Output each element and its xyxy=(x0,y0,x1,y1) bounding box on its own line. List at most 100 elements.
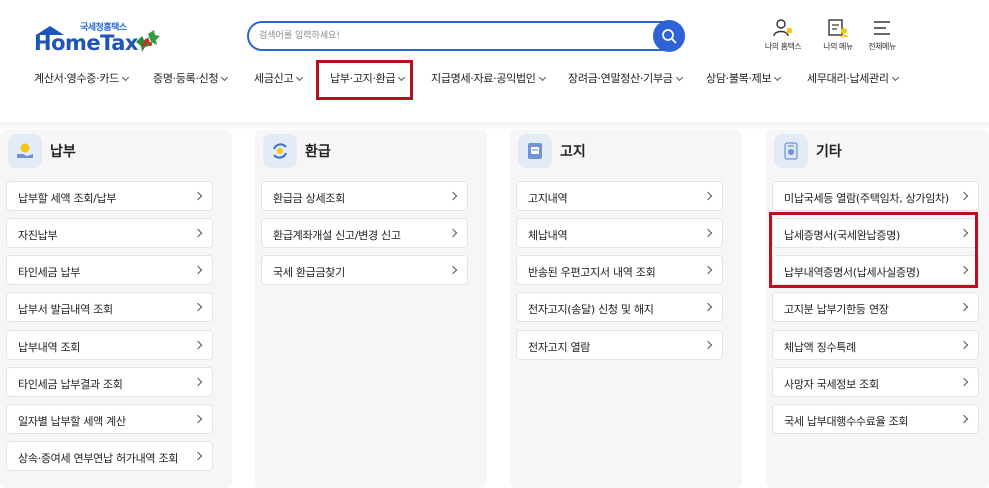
column-header: 환급 xyxy=(255,130,487,174)
all-menu-button[interactable]: 전체메뉴 xyxy=(862,18,902,54)
nav-item-statements[interactable]: 지급명세·자료·공익법인 xyxy=(431,70,546,86)
search-bar xyxy=(247,21,685,51)
menu-item[interactable]: 체납내역 xyxy=(516,218,723,248)
chevron-right-icon xyxy=(959,302,969,312)
menu-item[interactable]: 자진납부 xyxy=(6,218,213,248)
menu-item[interactable]: 고지내역 xyxy=(516,181,723,211)
chevron-down-icon xyxy=(675,73,683,82)
menu-item-label: 타인세금 납부결과 조회 xyxy=(18,378,123,391)
refund-exchange-icon xyxy=(263,134,297,168)
menu-item-label: 전자고지(송달) 신청 및 해지 xyxy=(528,303,654,316)
column-title: 환급 xyxy=(305,144,331,160)
menu-item-label: 납부할 세액 조회/납부 xyxy=(18,192,117,205)
site-header: 국세청홈택스 HomeTax 나의 홈택스 xyxy=(0,0,989,122)
person-bell-icon xyxy=(773,19,792,37)
menu-item[interactable]: 상속·증여세 연부연납 허가내역 조회 xyxy=(6,441,213,471)
chevron-down-icon xyxy=(121,73,129,82)
util-label: 나의 홈택스 xyxy=(764,42,802,51)
chevron-right-icon xyxy=(193,414,203,424)
menu-item[interactable]: 환급금 상세조회 xyxy=(261,181,468,211)
nav-item-agents[interactable]: 세무대리·납세관리 xyxy=(807,70,899,86)
menu-item-label: 환급계좌개설 신고/변경 신고 xyxy=(273,229,401,242)
menu-item-label: 고지내역 xyxy=(528,192,568,205)
menu-item-label: 납부서 발급내역 조회 xyxy=(18,303,113,316)
chevron-right-icon xyxy=(959,377,969,387)
nav-label: 증명·등록·신청 xyxy=(153,72,219,85)
menu-item[interactable]: 사망자 국세정보 조회 xyxy=(772,367,979,397)
menu-item[interactable]: 고지분 납부기한등 연장 xyxy=(772,292,979,322)
chevron-right-icon xyxy=(193,340,203,350)
holly-icon xyxy=(136,30,160,52)
menu-item[interactable]: 국세 환급금찾기 xyxy=(261,255,468,285)
nav-label: 세무대리·납세관리 xyxy=(807,72,889,85)
chevron-down-icon xyxy=(221,73,229,82)
menu-item[interactable]: 전자고지(송달) 신청 및 해지 xyxy=(516,292,723,322)
menu-item[interactable]: 체납액 징수특례 xyxy=(772,330,979,360)
menu-item[interactable]: 납부내역 조회 xyxy=(6,330,213,360)
nav-label: 지급명세·자료·공익법인 xyxy=(431,72,536,85)
chevron-right-icon xyxy=(448,265,458,275)
menu-item-label: 반송된 우편고지서 내역 조회 xyxy=(528,266,656,279)
column-title: 고지 xyxy=(560,144,586,160)
chevron-right-icon xyxy=(193,228,203,238)
hamburger-icon xyxy=(874,21,890,35)
menu-item-label: 일자별 납부할 세액 계산 xyxy=(18,415,126,428)
chevron-right-icon xyxy=(448,191,458,201)
search-button[interactable] xyxy=(653,20,685,52)
menu-item[interactable]: 반송된 우편고지서 내역 조회 xyxy=(516,255,723,285)
items-highlight-box xyxy=(769,212,978,288)
nav-label: 계산서·영수증·카드 xyxy=(34,72,119,85)
column-refund: 환급 환급금 상세조회 환급계좌개설 신고/변경 신고 국세 환급금찾기 xyxy=(255,130,487,488)
chevron-right-icon xyxy=(703,302,713,312)
hometax-logo[interactable]: 국세청홈택스 HomeTax xyxy=(34,20,164,58)
menu-item[interactable]: 일자별 납부할 세액 계산 xyxy=(6,404,213,434)
chevron-right-icon xyxy=(193,265,203,275)
notice-document-icon xyxy=(518,134,552,168)
my-menu-button[interactable]: 나의 메뉴 xyxy=(818,18,858,54)
nav-label: 세금신고 xyxy=(254,72,294,85)
menu-item[interactable]: 전자고지 열람 xyxy=(516,330,723,360)
menu-item[interactable]: 납부서 발급내역 조회 xyxy=(6,292,213,322)
chevron-right-icon xyxy=(193,377,203,387)
chevron-down-icon xyxy=(296,73,304,82)
my-menu-icon xyxy=(828,19,848,37)
nav-item-consult[interactable]: 상담·불복·제보 xyxy=(706,70,782,86)
logo-text: HomeTax xyxy=(34,31,138,55)
column-header: 기타 xyxy=(766,130,989,174)
column-title: 기타 xyxy=(816,144,842,160)
column-notice: 고지 고지내역 체납내역 반송된 우편고지서 내역 조회 전자고지(송달) 신청… xyxy=(510,130,742,488)
menu-item-label: 국세 납부대행수수료율 조회 xyxy=(784,415,909,428)
payment-coin-icon xyxy=(8,134,42,168)
chevron-right-icon xyxy=(703,340,713,350)
menu-item[interactable]: 미납국세등 열람(주택임차, 상가임차) xyxy=(772,181,979,211)
search-icon xyxy=(662,29,677,44)
menu-item[interactable]: 환급계좌개설 신고/변경 신고 xyxy=(261,218,468,248)
chevron-down-icon xyxy=(538,73,546,82)
menu-item-label: 미납국세등 열람(주택임차, 상가임차) xyxy=(784,192,949,205)
menu-item-label: 타인세금 납부 xyxy=(18,266,81,279)
util-label: 나의 메뉴 xyxy=(823,42,853,51)
menu-item[interactable]: 납부할 세액 조회/납부 xyxy=(6,181,213,211)
column-payment: 납부 납부할 세액 조회/납부 자진납부 타인세금 납부 납부서 발급내역 조회… xyxy=(0,130,232,488)
menu-item[interactable]: 국세 납부대행수수료율 조회 xyxy=(772,404,979,434)
nav-highlight-box xyxy=(316,60,413,100)
search-input[interactable] xyxy=(259,27,649,45)
chevron-right-icon xyxy=(193,451,203,461)
nav-item-tax-filing[interactable]: 세금신고 xyxy=(254,70,304,86)
chevron-right-icon xyxy=(703,191,713,201)
menu-item-label: 전자고지 열람 xyxy=(528,341,591,354)
header-shadow xyxy=(0,122,989,130)
nav-item-incentives[interactable]: 장려금·연말정산·기부금 xyxy=(568,70,683,86)
menu-item-label: 상속·증여세 연부연납 허가내역 조회 xyxy=(18,452,179,465)
etc-device-icon xyxy=(774,134,808,168)
menu-item-label: 자진납부 xyxy=(18,229,58,242)
my-hometax-button[interactable]: 나의 홈택스 xyxy=(763,18,803,54)
menu-item-label: 환급금 상세조회 xyxy=(273,192,345,205)
chevron-right-icon xyxy=(959,191,969,201)
menu-item-label: 사망자 국세정보 조회 xyxy=(784,378,879,391)
menu-item[interactable]: 타인세금 납부결과 조회 xyxy=(6,367,213,397)
nav-item-receipts[interactable]: 계산서·영수증·카드 xyxy=(34,70,129,86)
nav-item-certificates[interactable]: 증명·등록·신청 xyxy=(153,70,229,86)
menu-item[interactable]: 타인세금 납부 xyxy=(6,255,213,285)
chevron-right-icon xyxy=(959,340,969,350)
